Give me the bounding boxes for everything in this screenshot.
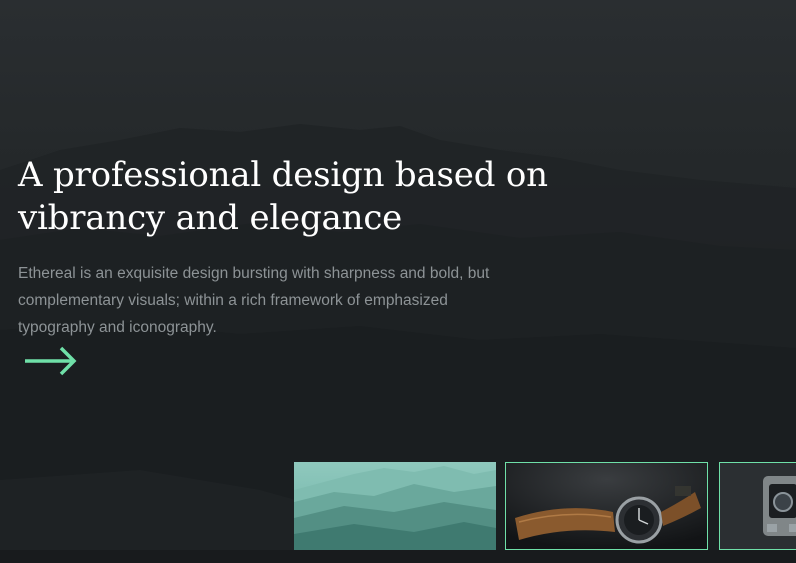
right-arrow-icon [25, 346, 77, 376]
gallery-strip [294, 462, 796, 550]
gallery-item-watch[interactable] [505, 462, 708, 550]
gallery-item-mountains[interactable] [294, 462, 496, 550]
next-arrow-button[interactable] [24, 345, 78, 377]
gallery-item-camera[interactable] [719, 462, 796, 550]
hero-description: Ethereal is an exquisite design bursting… [18, 265, 490, 336]
camera-thumbnail [719, 462, 796, 550]
hero-section: A professional design based on vibrancy … [18, 154, 558, 341]
watch-thumbnail [505, 462, 708, 550]
hero-title-line-2: vibrancy and elegance [18, 198, 403, 238]
mountains-thumbnail [294, 462, 496, 550]
bottom-strip [0, 550, 796, 563]
hero-title: A professional design based on vibrancy … [18, 154, 558, 240]
hero-title-line-1: A professional design based on [18, 155, 548, 195]
